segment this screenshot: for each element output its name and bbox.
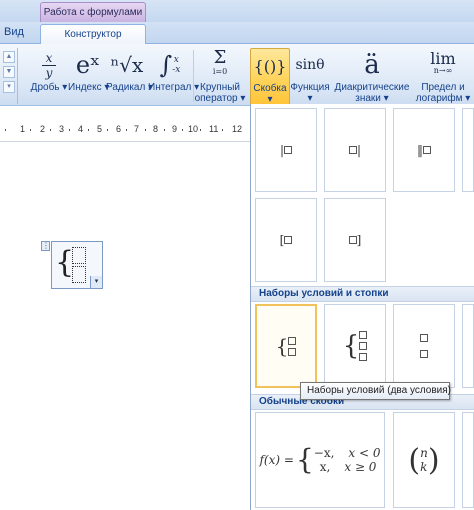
large-operator-button[interactable]: Σ i=0 Крупный оператор ▾ [194, 48, 246, 106]
ruler-number: 4 [78, 124, 84, 134]
document-page[interactable] [0, 143, 250, 510]
ruler-number: 10 [188, 124, 199, 134]
tab-view[interactable]: Вид [4, 26, 24, 38]
gallery-item-right-square[interactable]: ] [324, 198, 386, 282]
ribbon-left-scroller: ▲ ▼ ▾ [0, 48, 18, 104]
scroll-down-button[interactable]: ▼ [3, 66, 15, 78]
accent-button[interactable]: ä Диакритические знаки ▾ [332, 48, 412, 106]
index-button[interactable]: eˣ Индекс ▾ [68, 48, 109, 106]
radical-button[interactable]: ⁿ√x Радикал ▾ [106, 48, 153, 106]
large-operator-label: Крупный оператор ▾ [194, 82, 246, 104]
function-icon: sinθ [295, 57, 325, 73]
ruler-number: 7 [134, 124, 140, 134]
fraction-label: Дробь [30, 82, 60, 93]
fraction-button[interactable]: x y Дробь ▾ [30, 48, 68, 106]
ruler-tick [126, 129, 127, 131]
ruler-tick [69, 129, 70, 131]
gallery-item-stack-two[interactable] [393, 304, 455, 388]
equation-options-dropdown[interactable]: ▾ [90, 276, 102, 288]
bracket-button[interactable]: {()} Скобка ▾ [250, 48, 290, 106]
equation-tools-context-tab: Работа с формулами [40, 2, 146, 22]
ruler-tick [200, 129, 201, 131]
gallery-item-piecewise-example[interactable]: f(x) = { −x, x < 0 x, x ≥ 0 [255, 412, 385, 508]
ruler-number: 2 [40, 124, 46, 134]
section-header-conditions: Наборы условий и стопки [251, 286, 474, 302]
ruler-tick [222, 129, 223, 131]
bracket-label: Скобка [253, 83, 287, 94]
ruler-tick [30, 129, 31, 131]
gallery-item-double-bar[interactable]: ‖ [393, 108, 455, 192]
accent-label: Диакритические знаки ▾ [334, 82, 410, 104]
limit-log-label: Предел и логарифм ▾ [415, 82, 471, 104]
placeholder-slot[interactable] [72, 247, 86, 267]
bracket-icon: {()} [253, 56, 287, 76]
ruler-tick [88, 129, 89, 131]
radical-icon: ⁿ√x [110, 53, 144, 77]
ruler-number: 9 [172, 124, 178, 134]
ruler-number: 12 [232, 124, 243, 134]
accent-icon: ä [364, 50, 380, 80]
ribbon-structures-group: ▲ ▼ ▾ x y Дробь ▾ eˣ Индекс ▾ ⁿ√x Радика… [0, 44, 474, 106]
limit-log-button[interactable]: lim n→∞ Предел и логарифм ▾ [414, 48, 472, 106]
integral-icon: ∫ x -x [159, 51, 181, 79]
fraction-icon: x y [30, 48, 68, 82]
tab-design[interactable]: Конструктор [40, 24, 146, 45]
limit-icon: lim n→∞ [430, 49, 456, 76]
placeholder-slot[interactable] [72, 266, 86, 286]
index-label: Индекс [68, 82, 102, 93]
integral-button[interactable]: ∫ x -x Интеграл ▾ [148, 48, 199, 106]
function-label: Функция [290, 82, 330, 93]
horizontal-ruler: 1 2 3 4 5 6 7 8 9 10 11 12 [0, 118, 250, 142]
ruler-number: 1 [20, 124, 26, 134]
gallery-item-binomial[interactable]: ( nk ) [393, 412, 455, 508]
ruler-tick [50, 129, 51, 131]
ribbon-tab-row: Вид Конструктор [0, 22, 474, 45]
context-tab-bar: Работа с формулами [0, 0, 474, 22]
ruler-number: 11 [209, 124, 219, 134]
scroll-up-button[interactable]: ▲ [3, 51, 15, 63]
function-button[interactable]: sinθ Функция ▾ [290, 48, 330, 106]
equation-move-handle[interactable]: ⋮ [41, 241, 50, 251]
ruler-number: 5 [97, 124, 103, 134]
gallery-item-partial[interactable] [462, 412, 474, 508]
gallery-item-right-bar[interactable]: | [324, 108, 386, 192]
gallery-item-three-conditions[interactable]: { [324, 304, 386, 388]
ruler-number: 3 [59, 124, 65, 134]
gallery-item-left-square[interactable]: [ [255, 198, 317, 282]
ruler-tick [182, 129, 183, 131]
ruler-tick [164, 129, 165, 131]
script-icon: eˣ [75, 51, 101, 79]
gallery-empty [393, 198, 474, 282]
integral-label: Интеграл [148, 82, 192, 93]
gallery-item-partial[interactable] [462, 108, 474, 192]
scroll-more-button[interactable]: ▾ [3, 81, 15, 93]
ruler-tick [145, 129, 146, 131]
ruler-tick [107, 129, 108, 131]
sum-icon: Σ i=0 [212, 47, 228, 77]
ruler-number: 8 [153, 124, 159, 134]
gallery-item-two-conditions[interactable]: { [255, 304, 317, 388]
radical-label: Радикал [106, 82, 146, 93]
gallery-item-bar-bracket[interactable]: | [255, 108, 317, 192]
ruler-number: 6 [116, 124, 122, 134]
tooltip: Наборы условий (два условия) [300, 382, 451, 400]
ruler-tick [5, 129, 6, 131]
gallery-item-partial[interactable] [462, 304, 474, 388]
